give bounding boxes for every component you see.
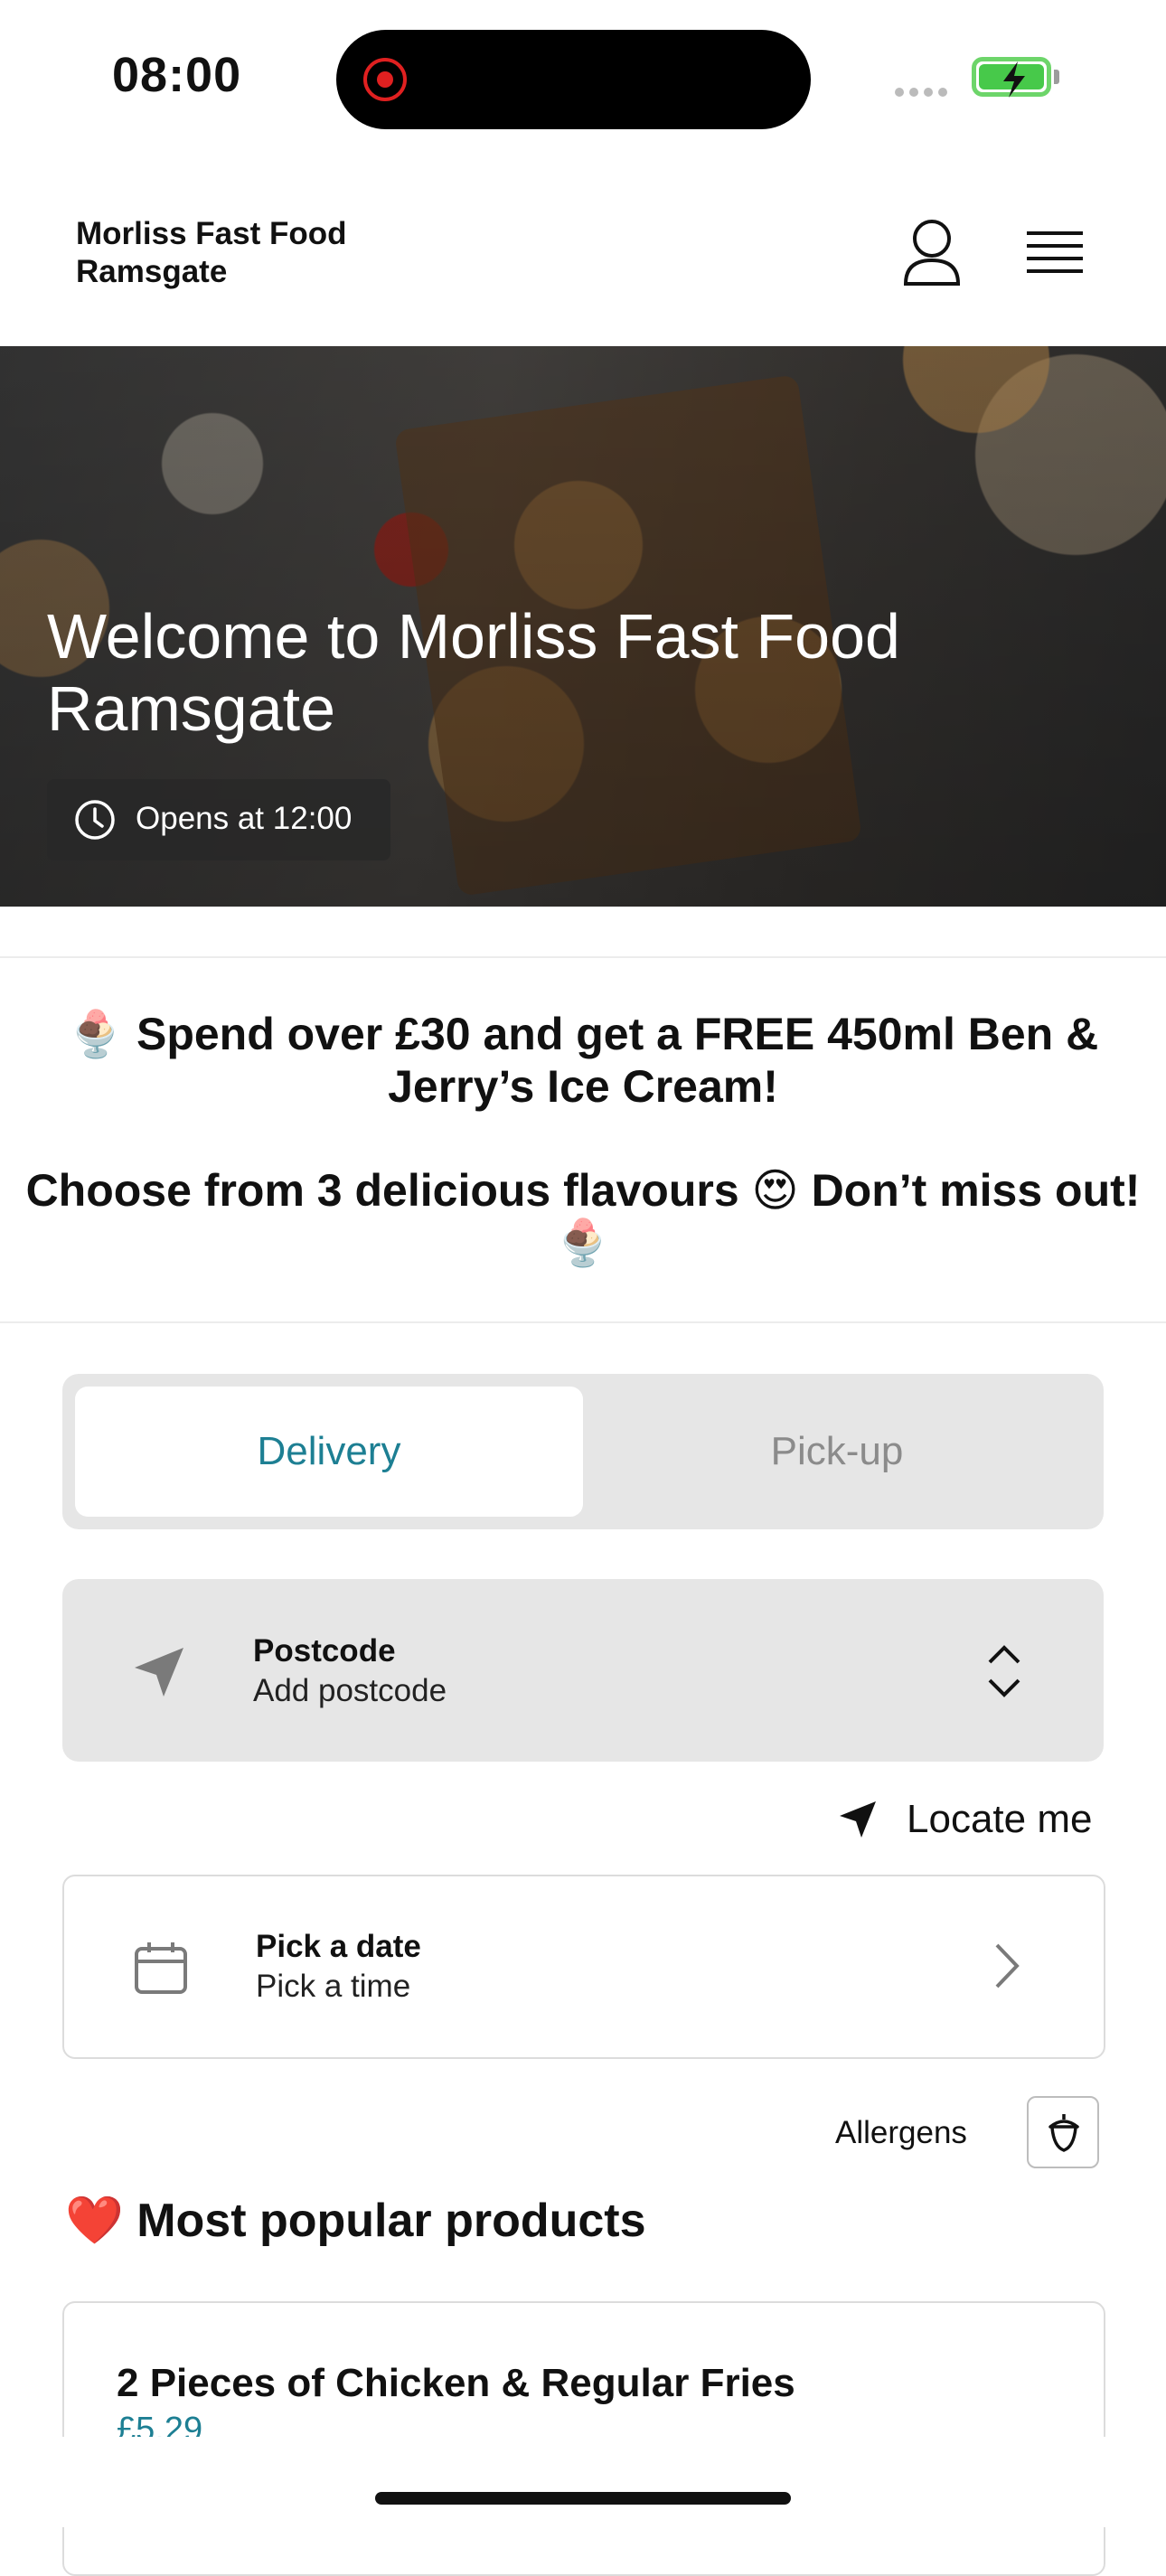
tab-delivery[interactable]: Delivery <box>75 1387 583 1517</box>
dynamic-island <box>336 30 811 129</box>
menu-icon[interactable] <box>1025 226 1085 280</box>
order-mode-toggle: Delivery Pick-up <box>62 1374 1104 1529</box>
status-time: 08:00 <box>112 48 242 102</box>
cellular-signal-icon <box>895 85 953 101</box>
popular-heading-text: Most popular products <box>136 2195 646 2247</box>
postcode-label: Postcode <box>253 1633 396 1669</box>
clock-icon <box>75 800 115 840</box>
promo-text-1: Spend over £30 and get a FREE 450ml Ben … <box>136 1009 1099 1112</box>
battery-icon <box>972 57 1051 98</box>
battery-nub <box>1054 70 1059 84</box>
promo-line-2: Choose from 3 delicious flavours 😍 Don’t… <box>0 1164 1166 1269</box>
date-time-picker[interactable]: Pick a date Pick a time <box>62 1875 1105 2059</box>
opening-time-text: Opens at 12:00 <box>136 801 353 836</box>
time-label: Pick a time <box>256 1969 411 2004</box>
divider <box>0 1321 1166 1323</box>
date-label: Pick a date <box>256 1929 421 1964</box>
tab-pickup[interactable]: Pick-up <box>583 1387 1091 1517</box>
locate-me-button[interactable]: Locate me <box>836 1792 1092 1847</box>
section-heading-popular: ❤️ Most popular products <box>65 2193 646 2248</box>
locate-me-label: Locate me <box>907 1797 1093 1841</box>
ice-cream-emoji: 🍨 <box>67 1009 125 1059</box>
ice-cream-emoji: 🍨 <box>554 1217 612 1268</box>
heart-emoji: ❤️ <box>65 2195 124 2247</box>
promo-line-1: 🍨 Spend over £30 and get a FREE 450ml Be… <box>0 1008 1166 1113</box>
hero-title: Welcome to Morliss Fast Food Ramsgate <box>47 601 900 744</box>
restaurant-name: Morliss Fast Food Ramsgate <box>76 216 347 289</box>
navigation-arrow-icon <box>840 1801 876 1838</box>
account-icon[interactable] <box>898 217 965 289</box>
chevron-right-icon <box>995 1943 1020 1988</box>
product-name: 2 Pieces of Chicken & Regular Fries <box>117 2361 795 2405</box>
opening-time-badge: Opens at 12:00 <box>47 779 390 860</box>
allergens-button[interactable] <box>1027 2096 1099 2168</box>
promo-text-2: Choose from 3 delicious flavours <box>25 1165 739 1216</box>
postcode-value: Add postcode <box>253 1673 447 1708</box>
postcode-selector[interactable]: Postcode Add postcode <box>62 1579 1104 1762</box>
heart-eyes-emoji: 😍 <box>751 1165 799 1216</box>
acorn-icon <box>1048 2114 1079 2152</box>
home-indicator[interactable] <box>375 2492 791 2505</box>
promo-text-2b: Don’t miss out! <box>811 1165 1141 1216</box>
chevron-up-down-icon <box>988 1645 1020 1697</box>
recording-indicator-icon <box>363 58 407 101</box>
allergens-label: Allergens <box>835 2115 967 2150</box>
location-arrow-icon <box>135 1648 183 1697</box>
calendar-icon <box>135 1942 187 1994</box>
divider <box>0 956 1166 958</box>
